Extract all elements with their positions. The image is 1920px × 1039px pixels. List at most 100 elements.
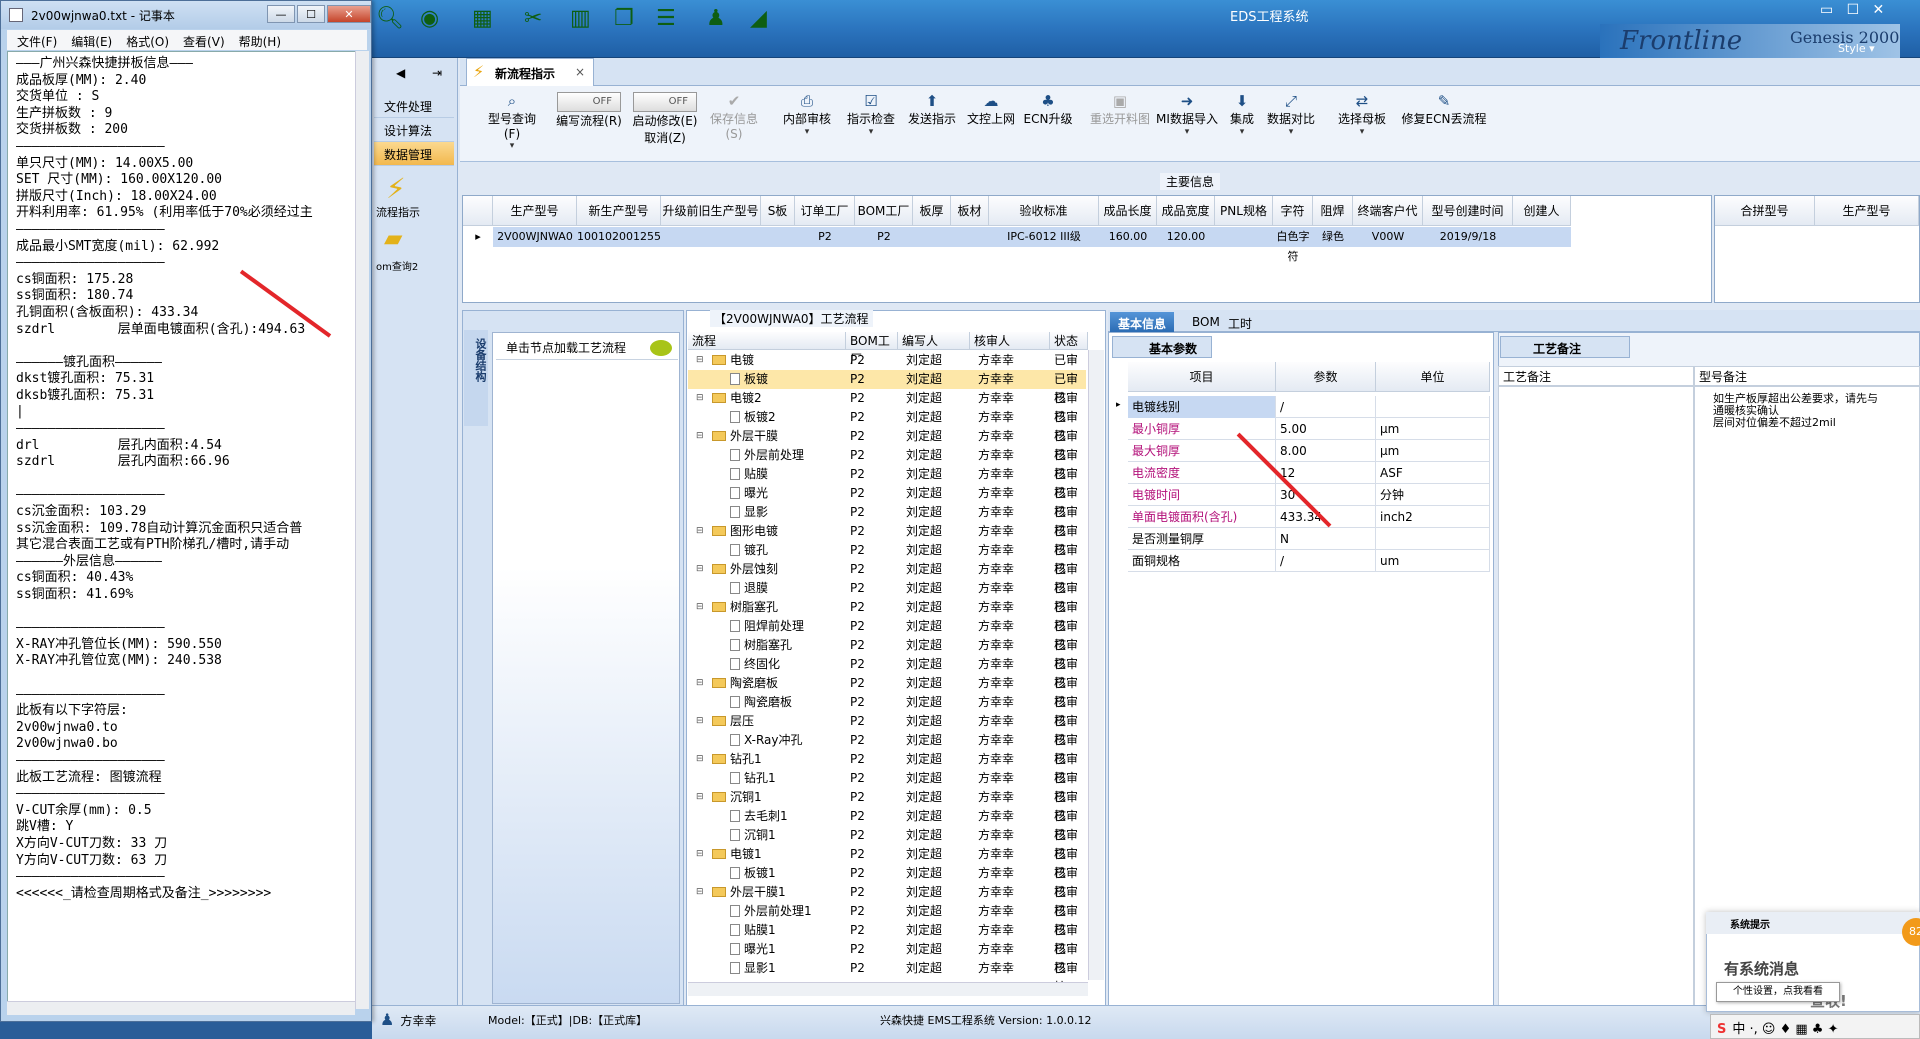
notepad-window[interactable]: 2v00wjnwa0.txt - 记事本 — ☐ ✕ 文件(F) 编辑(E) 格式(O)… — [0, 0, 372, 1022]
flow-col-header[interactable]: 编写人 — [898, 332, 970, 350]
merge-col-header[interactable]: 生产型号 — [1815, 196, 1919, 226]
lightning-icon[interactable]: ⚡ — [386, 172, 406, 205]
grid-cell[interactable] — [913, 227, 951, 247]
grid-col-header[interactable]: 新生产型号 — [577, 196, 661, 226]
param-value[interactable]: / — [1276, 550, 1376, 572]
flow-row[interactable]: 板镀2 P2 刘定超 方幸幸 已审核 — [688, 408, 1086, 443]
grid-cell[interactable]: 160.00 — [1099, 227, 1157, 247]
tree-collapse-icon[interactable]: ⊟ — [696, 351, 704, 370]
flow-row[interactable]: 终固化 P2 刘定超 方幸幸 已审核 — [688, 655, 1086, 690]
grid-col-header[interactable]: 验收标准 — [989, 196, 1099, 226]
flow-row[interactable]: 电镀1 ⊟ P2 刘定超 方幸幸 已审核 — [688, 845, 1086, 880]
param-value[interactable]: 12 — [1276, 462, 1376, 484]
toolbar-compare-icon[interactable]: ⤢ 数据对比 ▾ — [1262, 92, 1320, 156]
nav-back-icon[interactable]: ◀ — [396, 66, 405, 80]
chevron-down-icon[interactable]: ▾ — [780, 127, 834, 137]
flow-col-header[interactable]: 流程 — [688, 332, 846, 350]
tree-collapse-icon[interactable]: ⊟ — [696, 712, 704, 731]
param-row[interactable]: 单面电镀面积(含孔) 433.34 inch2 — [1128, 506, 1490, 528]
notepad-menu-item[interactable]: 帮助(H) — [239, 35, 281, 49]
param-row[interactable]: 最小铜厚 5.00 μm — [1128, 418, 1490, 440]
nav-bom-label[interactable]: om查询2 — [376, 258, 418, 273]
flow-row[interactable]: 树脂塞孔 P2 刘定超 方幸幸 已审核 — [688, 636, 1086, 671]
nav-pin-icon[interactable]: ⇥ — [432, 66, 442, 80]
close-button[interactable]: ✕ — [327, 5, 371, 23]
param-col-header[interactable]: 项目 — [1128, 362, 1276, 392]
flow-row[interactable]: 钻孔1 ⊟ P2 刘定超 方幸幸 已审核 — [688, 750, 1086, 785]
vtab-equipment[interactable]: 设备结构 — [464, 330, 488, 426]
flow-row[interactable]: 外层蚀刻 ⊟ P2 刘定超 方幸幸 已审核 — [688, 560, 1086, 595]
toggle-switch[interactable]: OFF — [557, 92, 621, 112]
flow-row[interactable]: 曝光 P2 刘定超 方幸幸 已审核 — [688, 484, 1086, 519]
flow-row[interactable]: 外层干膜1 ⊟ P2 刘定超 方幸幸 已审核 — [688, 883, 1086, 918]
flow-row[interactable]: 贴膜1 P2 刘定超 方幸幸 已审核 — [688, 921, 1086, 956]
flow-row[interactable]: 沉铜1 P2 刘定超 方幸幸 已审核 — [688, 826, 1086, 861]
globe-icon[interactable]: ◉ — [420, 6, 439, 31]
tab-new-flow[interactable]: ⚡ 新流程指示 × — [466, 58, 594, 86]
grid-cell[interactable] — [951, 227, 989, 247]
minimize-button[interactable]: — — [267, 5, 295, 23]
chevron-down-icon[interactable]: ▾ — [482, 141, 542, 151]
tree-collapse-icon[interactable]: ⊟ — [696, 674, 704, 693]
flow-row[interactable]: 阻焊前处理 P2 刘定超 方幸幸 已审核 — [688, 617, 1086, 652]
param-value[interactable]: 8.00 — [1276, 440, 1376, 462]
flow-row[interactable]: 显影1P2刘定超方幸幸已审核 — [688, 959, 1086, 994]
chevron-down-icon[interactable]: ▾ — [1262, 127, 1320, 137]
flow-row[interactable]: 图形电镀 ⊟ P2 刘定超 方幸幸 已审核 — [688, 522, 1086, 557]
chat-bubble-icon[interactable] — [650, 340, 672, 356]
tree-collapse-icon[interactable]: ⊟ — [696, 883, 704, 902]
flow-scrollbar[interactable] — [1088, 350, 1104, 980]
grid-col-header[interactable]: PNL规格 — [1215, 196, 1273, 226]
chevron-down-icon[interactable]: ▾ — [1332, 127, 1392, 137]
nav-flow-label[interactable]: 流程指示 — [376, 204, 420, 220]
flow-row[interactable]: X-Ray冲孔 P2 刘定超 方幸幸 已审核 — [688, 731, 1086, 766]
param-col-header[interactable]: 参数 — [1276, 362, 1376, 392]
flow-row[interactable]: 沉铜1 ⊟ P2 刘定超 方幸幸 已审核 — [688, 788, 1086, 823]
toolbar-printer-icon[interactable]: ⎙ 内部审核 ▾ — [780, 92, 834, 156]
grid-cell[interactable]: 绿色 — [1313, 227, 1353, 247]
search-icon[interactable]: 🔍︎ — [376, 6, 404, 31]
folder-icon[interactable]: ▰ — [384, 224, 402, 252]
chart-icon[interactable]: ◢ — [750, 6, 767, 31]
notification-tooltip[interactable]: 个性设置，点我看看 — [1716, 982, 1840, 1002]
grid-col-header[interactable]: 成品宽度 — [1157, 196, 1215, 226]
param-row[interactable]: 面铜规格 / um — [1128, 550, 1490, 572]
maximize-button[interactable]: ☐ — [297, 5, 325, 23]
flow-hscrollbar[interactable] — [688, 982, 1088, 996]
grid-col-header[interactable]: 型号创建时间 — [1423, 196, 1513, 226]
flow-row[interactable]: 外层前处理1 P2 刘定超 方幸幸 已审核 — [688, 902, 1086, 937]
flow-row[interactable]: 板镀1 P2 刘定超 方幸幸 已审核 — [688, 864, 1086, 899]
param-col-header[interactable]: 单位 — [1376, 362, 1490, 392]
tree-collapse-icon[interactable]: ⊟ — [696, 560, 704, 579]
grid-cell[interactable]: IPC-6012 III级 — [989, 227, 1099, 247]
scissors-icon[interactable]: ✂ — [524, 6, 542, 31]
flow-row[interactable]: 外层前处理 P2 刘定超 方幸幸 已审核 — [688, 446, 1086, 481]
chevron-down-icon[interactable]: ▾ — [1154, 127, 1220, 137]
grid-cell[interactable] — [761, 227, 795, 247]
tree-collapse-icon[interactable]: ⊟ — [696, 598, 704, 617]
flow-row[interactable]: 曝光1 P2 刘定超 方幸幸 已审核 — [688, 940, 1086, 975]
merge-col-header[interactable]: 合拼型号 — [1715, 196, 1815, 226]
grid-cell[interactable] — [1513, 227, 1571, 247]
grid-cell[interactable]: 2V00WJNWA0 — [493, 227, 577, 247]
param-row[interactable]: 电流密度 12 ASF — [1128, 462, 1490, 484]
flow-row[interactable]: 树脂塞孔 ⊟ P2 刘定超 方幸幸 已审核 — [688, 598, 1086, 633]
toolbar-people-icon[interactable]: ♣ ECN升级 — [1022, 92, 1074, 156]
film-icon[interactable]: ▥ — [570, 6, 591, 31]
toolbar-import-icon[interactable]: ➜ MI数据导入 ▾ — [1154, 92, 1220, 156]
chevron-down-icon[interactable]: ▾ — [1220, 127, 1264, 137]
toolbar-download-icon[interactable]: ⬇ 集成 ▾ — [1220, 92, 1264, 156]
grid-icon[interactable]: ▦ — [472, 6, 493, 31]
grid-col-header[interactable]: 订单工厂 — [795, 196, 855, 226]
notepad-window-controls[interactable]: — ☐ ✕ — [265, 5, 371, 23]
param-row[interactable]: 电镀线别 / — [1128, 396, 1490, 418]
grid-col-header[interactable]: 成品长度 — [1099, 196, 1157, 226]
notepad-menu-item[interactable]: 编辑(E) — [71, 35, 112, 49]
close-icon[interactable]: × — [575, 65, 585, 79]
notepad-hscroll[interactable] — [7, 1001, 355, 1015]
grid-col-header[interactable]: 创建人 — [1513, 196, 1571, 226]
flow-row[interactable]: 陶瓷磨板 ⊟ P2 刘定超 方幸幸 已审核 — [688, 674, 1086, 709]
toolbar-shuffle-icon[interactable]: ⇄ 选择母板 ▾ — [1332, 92, 1392, 156]
grid-col-header[interactable]: S板 — [761, 196, 795, 226]
tab-process-remark[interactable]: 工艺备注 — [1500, 336, 1630, 358]
